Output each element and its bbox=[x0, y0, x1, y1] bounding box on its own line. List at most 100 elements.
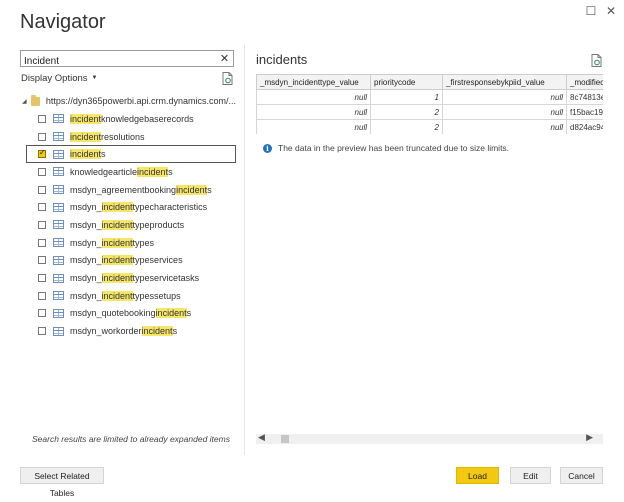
tree-item-label: knowledgearticleincidents bbox=[70, 166, 173, 177]
table-icon bbox=[53, 114, 64, 124]
cancel-button[interactable]: Cancel bbox=[560, 467, 603, 484]
navigator-tree: ◢ https://dyn365powerbi.api.crm.dynamics… bbox=[22, 92, 236, 340]
search-highlight: incident bbox=[141, 326, 173, 337]
folder-icon bbox=[30, 94, 40, 106]
truncation-info: i The data in the preview has been trunc… bbox=[263, 143, 509, 153]
tree-item-label: msdyn_incidenttypeservices bbox=[70, 255, 183, 266]
tree-item[interactable]: msdyn_incidenttypeservicetasks bbox=[22, 269, 236, 287]
table-icon bbox=[53, 238, 64, 248]
table-cell: 2 bbox=[370, 119, 443, 134]
table-icon bbox=[53, 273, 64, 283]
tree-item[interactable]: msdyn_incidenttypes bbox=[22, 234, 236, 252]
column-header[interactable]: _modifiedb bbox=[566, 74, 603, 90]
dialog-title: Navigator bbox=[20, 11, 106, 33]
table-icon bbox=[53, 167, 64, 177]
pane-divider bbox=[244, 45, 245, 455]
search-highlight: incident bbox=[137, 166, 169, 177]
tree-item[interactable]: msdyn_incidenttypessetups bbox=[22, 287, 236, 305]
caret-down-icon: ▼ bbox=[91, 75, 98, 82]
tree-root[interactable]: ◢ https://dyn365powerbi.api.crm.dynamics… bbox=[22, 92, 236, 110]
table-cell: 2 bbox=[370, 104, 443, 120]
scroll-left-icon[interactable]: ◀ bbox=[258, 433, 265, 443]
tree-item-label: msdyn_incidenttypeproducts bbox=[70, 219, 185, 230]
search-highlight: incident bbox=[70, 131, 102, 142]
tree-item[interactable]: incidentknowledgebaserecords bbox=[22, 110, 236, 128]
refresh-preview-icon[interactable] bbox=[591, 54, 602, 67]
table-cell: null bbox=[442, 104, 567, 120]
table-cell: null bbox=[256, 104, 371, 120]
search-highlight: incident bbox=[101, 273, 133, 284]
table-cell: null bbox=[442, 119, 567, 134]
info-icon: i bbox=[263, 143, 272, 153]
search-highlight: incident bbox=[70, 113, 102, 124]
search-limit-note: Search results are limited to already ex… bbox=[32, 434, 230, 444]
expand-arrow-icon[interactable]: ◢ bbox=[22, 98, 31, 105]
table-icon bbox=[53, 255, 64, 265]
clear-search-icon[interactable]: ✕ bbox=[216, 51, 233, 66]
load-button[interactable]: Load bbox=[456, 467, 499, 484]
table-row: null 1 null 8c74813e bbox=[256, 89, 603, 105]
search-input[interactable] bbox=[21, 54, 211, 69]
horizontal-scrollbar[interactable]: ◀ ▶ bbox=[256, 433, 603, 444]
refresh-icon[interactable] bbox=[222, 72, 233, 85]
column-header[interactable]: _firstresponsebykpiid_value bbox=[442, 74, 567, 90]
search-box: ✕ bbox=[20, 50, 234, 69]
search-highlight: incident bbox=[155, 308, 187, 319]
maximize-icon[interactable]: ☐ bbox=[584, 4, 598, 18]
tree-item[interactable]: msdyn_incidenttypeservices bbox=[22, 252, 236, 270]
tree-item[interactable]: incidentresolutions bbox=[22, 128, 236, 146]
tree-item-label: msdyn_incidenttypessetups bbox=[70, 290, 181, 301]
item-checkbox[interactable] bbox=[38, 220, 46, 229]
table-icon bbox=[53, 308, 64, 318]
item-checkbox[interactable] bbox=[38, 274, 46, 283]
tree-item[interactable]: msdyn_incidenttypecharacteristics bbox=[22, 198, 236, 216]
tree-item-label: incidentresolutions bbox=[70, 131, 145, 142]
tree-item-label: msdyn_incidenttypecharacteristics bbox=[70, 202, 208, 213]
tree-item-label: msdyn_incidenttypes bbox=[70, 237, 155, 248]
item-checkbox[interactable] bbox=[38, 309, 46, 318]
item-checkbox[interactable] bbox=[38, 114, 46, 123]
tree-item[interactable]: msdyn_quotebookingincidents bbox=[22, 305, 236, 323]
tree-item-label: incidentknowledgebaserecords bbox=[70, 113, 194, 124]
tree-item[interactable]: msdyn_incidenttypeproducts bbox=[22, 216, 236, 234]
select-related-tables-button[interactable]: Select Related Tables bbox=[20, 467, 104, 498]
table-cell: d824ac94 bbox=[566, 119, 603, 134]
display-options-dropdown[interactable]: Display Options ▼ bbox=[21, 73, 97, 84]
preview-grid: _msdyn_incidenttype_value prioritycode _fi… bbox=[256, 74, 603, 134]
item-checkbox[interactable] bbox=[38, 132, 46, 141]
item-checkbox[interactable] bbox=[38, 203, 46, 212]
tree-item[interactable]: msdyn_agreementbookingincidents bbox=[22, 181, 236, 199]
item-checkbox[interactable] bbox=[38, 148, 46, 159]
tree-item[interactable]: incidents bbox=[26, 145, 236, 164]
tree-root-label: https://dyn365powerbi.api.crm.dynamics.c… bbox=[45, 96, 236, 106]
column-header[interactable]: _msdyn_incidenttype_value bbox=[256, 74, 371, 90]
tree-item-label: msdyn_incidenttypeservicetasks bbox=[70, 273, 200, 284]
item-checkbox[interactable] bbox=[38, 238, 46, 247]
tree-item[interactable]: knowledgearticleincidents bbox=[22, 163, 236, 181]
scroll-right-icon[interactable]: ▶ bbox=[586, 433, 593, 443]
column-header[interactable]: prioritycode bbox=[370, 74, 443, 90]
item-checkbox[interactable] bbox=[38, 291, 46, 300]
table-cell: 1 bbox=[370, 89, 443, 105]
tree-item-label: msdyn_workorderincidents bbox=[70, 326, 178, 337]
tree-item-label: incidents bbox=[70, 149, 106, 160]
item-checkbox[interactable] bbox=[38, 256, 46, 265]
table-icon bbox=[53, 291, 64, 301]
table-icon bbox=[53, 132, 64, 142]
close-icon[interactable]: ✕ bbox=[604, 4, 618, 18]
item-checkbox[interactable] bbox=[38, 167, 46, 176]
tree-item-label: msdyn_agreementbookingincidents bbox=[70, 184, 212, 195]
search-highlight: incident bbox=[101, 219, 133, 230]
scrollbar-thumb[interactable] bbox=[281, 435, 289, 443]
table-cell: null bbox=[256, 119, 371, 134]
table-cell: f15bac19- bbox=[566, 104, 603, 120]
tree-item[interactable]: msdyn_workorderincidents bbox=[22, 322, 236, 340]
edit-button[interactable]: Edit bbox=[510, 467, 551, 484]
search-highlight: incident bbox=[70, 149, 102, 160]
search-highlight: incident bbox=[101, 290, 133, 301]
item-checkbox[interactable] bbox=[38, 327, 46, 336]
table-icon bbox=[53, 326, 64, 336]
table-row: null 2 null d824ac94 bbox=[256, 119, 603, 134]
item-checkbox[interactable] bbox=[38, 185, 46, 194]
table-icon bbox=[53, 149, 64, 159]
